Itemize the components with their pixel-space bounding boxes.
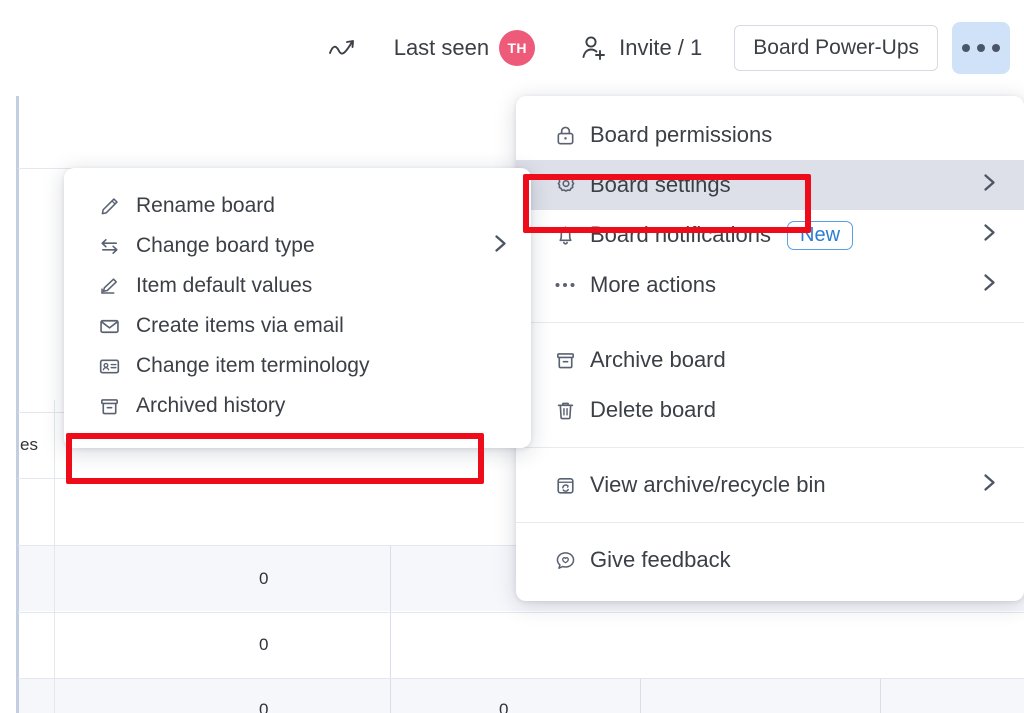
menu-item-label: Rename board <box>136 194 275 217</box>
board-column-rule <box>640 678 641 713</box>
board-column-rule <box>880 678 881 713</box>
menu-item-label: Change item terminology <box>136 354 370 377</box>
invite-label: Invite / 1 <box>619 35 703 60</box>
envelope-icon <box>98 315 124 338</box>
menu-item-label: Change board type <box>136 234 315 257</box>
board-row-rule <box>18 678 1024 679</box>
app-screenshot: es 0 0 0 0 Last seen TH Invite / 1 Board… <box>0 0 1024 713</box>
three-dots-icon-dot <box>977 44 985 52</box>
board-settings-submenu: Rename board Change board type Item defa… <box>64 168 531 448</box>
menu-item-label: Board settings <box>590 172 731 197</box>
menu-item-more-actions[interactable]: More actions <box>516 260 1024 310</box>
table-band <box>18 678 1024 713</box>
gear-icon <box>554 173 580 197</box>
id-card-icon <box>98 355 124 378</box>
chevron-right-icon <box>981 271 998 300</box>
board-column-rule <box>54 400 55 713</box>
menu-item-label: View archive/recycle bin <box>590 472 826 497</box>
menu-divider <box>516 447 1024 448</box>
menu-item-give-feedback[interactable]: Give feedback <box>516 535 1024 585</box>
last-seen-button[interactable]: Last seen TH <box>393 30 536 66</box>
menu-item-change-board-type[interactable]: Change board type <box>64 226 531 266</box>
last-seen-label: Last seen <box>393 35 490 60</box>
menu-item-label: Board permissions <box>590 122 773 147</box>
menu-item-rename-board[interactable]: Rename board <box>64 186 531 226</box>
ellipsis-icon <box>554 279 580 291</box>
archive-box-icon <box>554 349 580 372</box>
table-cell-value: 0 <box>259 635 269 654</box>
menu-item-change-item-terminology[interactable]: Change item terminology <box>64 346 531 386</box>
activity-button[interactable] <box>328 36 358 60</box>
table-cell-value: 0 <box>259 569 269 588</box>
three-dots-icon-dot <box>962 44 970 52</box>
archive-box-icon <box>98 395 124 418</box>
table-cell-value: 0 <box>259 700 269 713</box>
menu-item-view-archive-recycle-bin[interactable]: View archive/recycle bin <box>516 460 1024 510</box>
pencil-icon <box>98 195 124 218</box>
menu-item-archive-board[interactable]: Archive board <box>516 335 1024 385</box>
menu-item-label: Board notifications <box>590 222 771 247</box>
invite-button[interactable]: Invite / 1 <box>579 34 702 62</box>
trend-line-icon <box>328 36 358 60</box>
menu-divider <box>516 522 1024 523</box>
menu-item-label: Archive board <box>590 347 726 372</box>
menu-item-board-settings[interactable]: Board settings <box>516 160 1024 210</box>
bell-icon <box>554 224 580 247</box>
chevron-right-icon <box>492 232 509 261</box>
menu-item-label: Delete board <box>590 397 716 422</box>
recycle-bin-icon <box>554 474 580 497</box>
avatar[interactable]: TH <box>499 30 536 66</box>
menu-item-label: Create items via email <box>136 314 344 337</box>
board-options-menu: Board permissions Board settings Board n… <box>516 96 1024 601</box>
menu-item-label: Give feedback <box>590 547 731 572</box>
menu-item-create-items-via-email[interactable]: Create items via email <box>64 306 531 346</box>
menu-item-item-default-values[interactable]: Item default values <box>64 266 531 306</box>
feedback-heart-icon <box>554 549 580 572</box>
menu-item-archived-history[interactable]: Archived history <box>64 386 531 426</box>
board-more-menu-button[interactable] <box>952 22 1010 74</box>
board-column-rule <box>390 545 391 713</box>
menu-divider <box>516 322 1024 323</box>
menu-item-delete-board[interactable]: Delete board <box>516 385 1024 435</box>
lock-icon <box>554 124 580 147</box>
board-row-rule <box>18 612 1024 613</box>
person-add-icon <box>579 34 609 62</box>
table-cell-value: 0 <box>499 700 509 713</box>
board-power-ups-button[interactable]: Board Power-Ups <box>734 25 938 71</box>
menu-item-label: Item default values <box>136 274 313 297</box>
chevron-right-icon <box>981 171 998 200</box>
menu-item-label: More actions <box>590 272 716 297</box>
new-badge: New <box>787 220 854 250</box>
board-top-toolbar: Last seen TH Invite / 1 Board Power-Ups <box>0 0 1024 96</box>
trash-icon <box>554 399 580 422</box>
menu-item-board-permissions[interactable]: Board permissions <box>516 110 1024 160</box>
menu-item-board-notifications[interactable]: Board notifications New <box>516 210 1024 260</box>
chevron-right-icon <box>981 221 998 250</box>
board-row-rule <box>18 478 204 479</box>
chevron-right-icon <box>981 471 998 500</box>
menu-item-label: Archived history <box>136 394 286 417</box>
edit-table-icon <box>98 275 124 298</box>
three-dots-icon-dot <box>992 44 1000 52</box>
board-partial-column-label: es <box>20 435 38 454</box>
swap-arrows-icon <box>98 235 124 258</box>
board-left-rule <box>16 14 19 713</box>
